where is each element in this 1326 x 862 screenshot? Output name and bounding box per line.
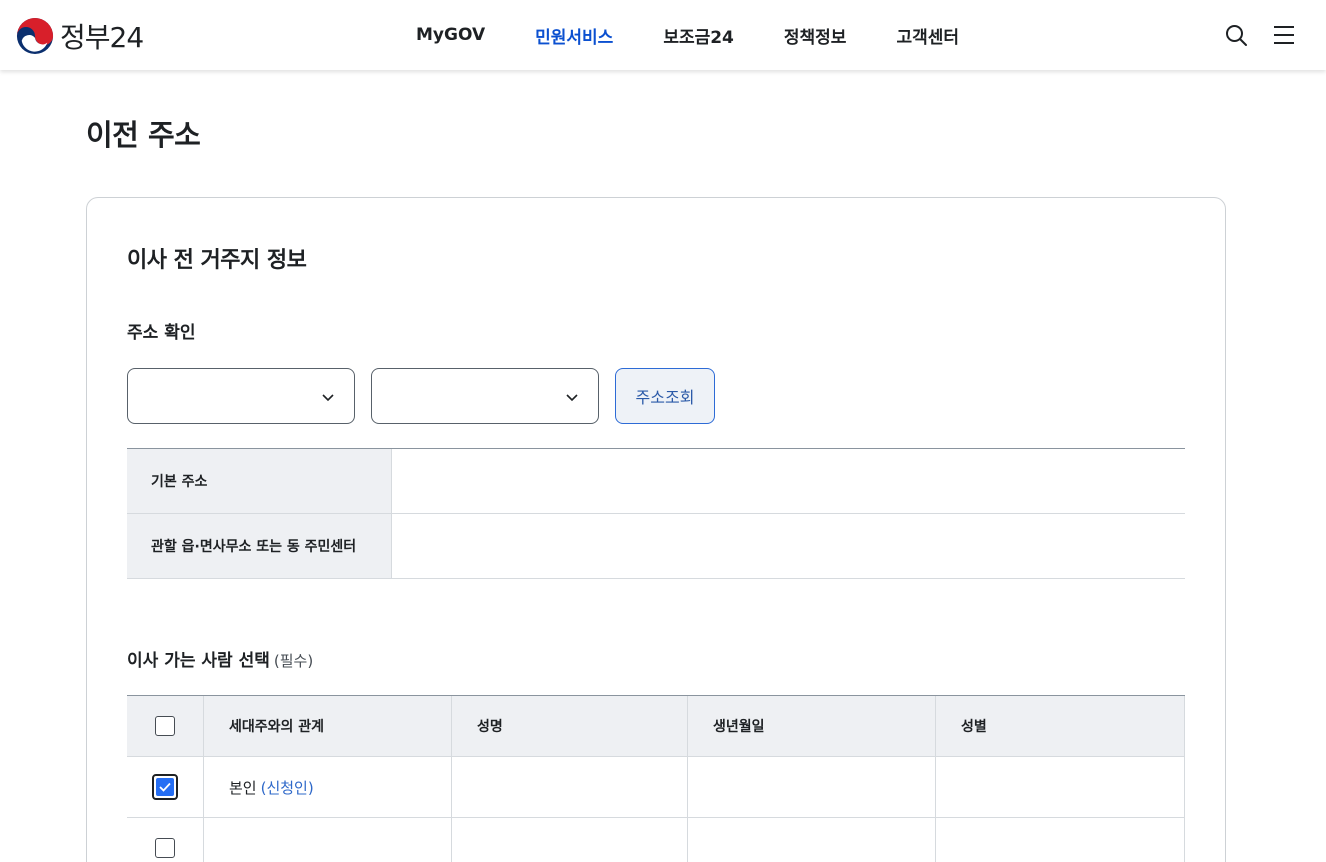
sex-cell	[936, 818, 1185, 862]
taegeuk-emblem-icon	[16, 17, 54, 55]
birth-cell	[688, 818, 936, 862]
hamburger-menu-icon[interactable]	[1272, 23, 1296, 47]
table-header-row: 세대주와의 관계 성명 생년월일 성별	[127, 696, 1185, 757]
search-icon[interactable]	[1224, 23, 1248, 47]
relation-value: 본인	[229, 778, 257, 797]
chevron-down-icon	[322, 394, 334, 402]
mover-select-label: 이사 가는 사람 선택	[127, 651, 270, 671]
community-center-label: 관할 읍·면사무소 또는 동 주민센터	[127, 514, 392, 578]
checkbox-fill	[156, 778, 174, 796]
name-cell	[452, 818, 688, 862]
column-header-name: 성명	[452, 696, 688, 756]
address-select-2[interactable]	[371, 368, 599, 424]
page-title: 이전 주소	[86, 118, 201, 152]
basic-address-label: 기본 주소	[127, 449, 392, 513]
relation-cell	[204, 818, 452, 862]
nav-item-civil-service[interactable]: 민원서비스	[535, 23, 613, 48]
address-select-1[interactable]	[127, 368, 355, 424]
column-header-birth: 생년월일	[688, 696, 936, 756]
nav-item-customer-center[interactable]: 고객센터	[896, 23, 959, 48]
row-checkbox-checked[interactable]	[152, 774, 178, 800]
main-navigation: MyGOV 민원서비스 보조금24 정책정보 고객센터	[416, 0, 1009, 70]
basic-address-value	[392, 449, 1185, 513]
previous-residence-card: 이사 전 거주지 정보 주소 확인 주소조회 기본 주소 관할 읍·면사무소 또…	[86, 197, 1226, 862]
site-logo[interactable]: 정부24	[16, 16, 144, 56]
row-checkbox-cell	[127, 757, 204, 817]
check-icon	[159, 782, 171, 792]
community-center-value	[392, 514, 1185, 578]
nav-item-policy-info[interactable]: 정책정보	[784, 23, 847, 48]
column-header-sex: 성별	[936, 696, 1185, 756]
logo-text: 정부24	[60, 21, 144, 54]
mover-select-title: 이사 가는 사람 선택 (필수)	[127, 646, 313, 671]
row-checkbox[interactable]	[155, 838, 175, 858]
select-all-cell	[127, 696, 204, 756]
relation-cell: 본인 (신청인)	[204, 757, 452, 817]
address-lookup-button[interactable]: 주소조회	[615, 368, 715, 424]
applicant-note: (신청인)	[260, 778, 314, 797]
birth-cell	[688, 757, 936, 817]
sex-cell	[936, 757, 1185, 817]
section-title: 이사 전 거주지 정보	[127, 248, 307, 273]
address-check-label: 주소 확인	[127, 323, 196, 343]
select-all-checkbox[interactable]	[155, 716, 175, 736]
site-header: 정부24 MyGOV 민원서비스 보조금24 정책정보 고객센터	[0, 0, 1326, 70]
chevron-down-icon	[566, 394, 578, 402]
required-badge: (필수)	[273, 652, 314, 670]
column-header-relation: 세대주와의 관계	[204, 696, 452, 756]
name-cell	[452, 757, 688, 817]
address-info-table: 기본 주소 관할 읍·면사무소 또는 동 주민센터	[127, 448, 1185, 579]
table-row: 관할 읍·면사무소 또는 동 주민센터	[127, 514, 1185, 579]
nav-item-subsidy24[interactable]: 보조금24	[663, 23, 734, 48]
table-row: 본인 (신청인)	[127, 757, 1185, 818]
row-checkbox-cell	[127, 818, 204, 862]
table-row	[127, 818, 1185, 862]
mover-table: 세대주와의 관계 성명 생년월일 성별 본인 (신청인)	[127, 695, 1185, 862]
nav-item-mygov[interactable]: MyGOV	[416, 25, 485, 45]
table-row: 기본 주소	[127, 449, 1185, 514]
